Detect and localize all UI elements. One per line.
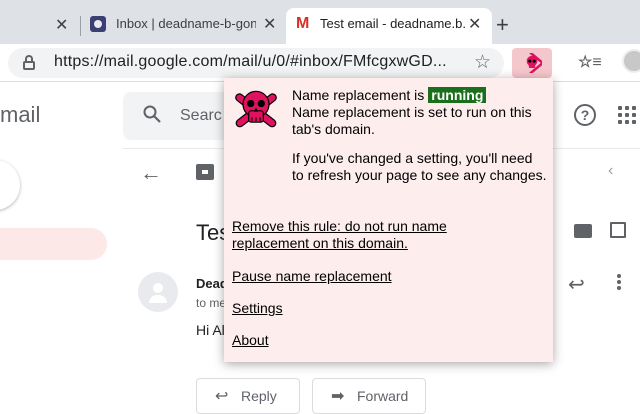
reply-icon: ↩ bbox=[215, 388, 229, 405]
close-icon[interactable]: ✕ bbox=[55, 15, 68, 35]
status-line: Name replacement is running bbox=[292, 87, 487, 103]
email-body: Hi Al bbox=[196, 322, 225, 338]
settings-link[interactable]: Settings bbox=[232, 300, 283, 317]
chevron-left-icon[interactable]: ‹ bbox=[608, 162, 613, 180]
tab-title: Test email - deadname.b.g bbox=[320, 16, 465, 31]
tab-inbox[interactable]: Inbox | deadname-b-gon- ✕ bbox=[80, 8, 288, 44]
extension-popup: Name replacement is running Name replacem… bbox=[224, 78, 553, 362]
reading-list-icon[interactable]: ☆≡ bbox=[578, 52, 602, 72]
star-icon[interactable]: ☆ bbox=[474, 51, 491, 74]
apps-grid-icon[interactable] bbox=[618, 106, 638, 126]
reply-icon[interactable]: ↩ bbox=[568, 272, 585, 297]
print-icon[interactable] bbox=[574, 224, 592, 238]
search-placeholder[interactable]: Searc bbox=[180, 107, 222, 125]
archive-icon[interactable] bbox=[196, 164, 214, 180]
pause-link[interactable]: Pause name replacement bbox=[232, 268, 392, 285]
sidebar-item-inbox[interactable] bbox=[0, 228, 107, 260]
lock-icon[interactable] bbox=[23, 55, 35, 70]
gmail-favicon: M bbox=[296, 15, 310, 32]
forward-icon: ➡ bbox=[331, 388, 345, 405]
refresh-note: If you've changed a setting, you'll need… bbox=[292, 150, 547, 183]
url-text[interactable]: https://mail.google.com/mail/u/0/#inbox/… bbox=[54, 53, 466, 71]
mail-favicon bbox=[90, 16, 106, 32]
tab-previous[interactable]: ✕ bbox=[0, 8, 80, 44]
sender-avatar bbox=[138, 272, 178, 312]
status-badge: running bbox=[428, 87, 487, 103]
skull-crossbones-icon bbox=[235, 90, 277, 128]
skull-crossbones-icon bbox=[526, 53, 542, 73]
extension-button[interactable] bbox=[512, 48, 552, 78]
search-icon[interactable] bbox=[143, 105, 161, 123]
new-tab-button[interactable]: + bbox=[496, 12, 509, 38]
recipient-label[interactable]: to me bbox=[196, 296, 226, 310]
reply-label: Reply bbox=[241, 388, 277, 404]
compose-button[interactable] bbox=[0, 160, 20, 210]
forward-label: Forward bbox=[357, 388, 409, 404]
remove-rule-link[interactable]: Remove this rule: do not run name replac… bbox=[232, 218, 472, 252]
open-in-new-window-icon[interactable] bbox=[610, 222, 626, 238]
profile-avatar[interactable] bbox=[622, 49, 640, 73]
help-icon[interactable]: ? bbox=[574, 104, 596, 126]
gmail-logo-text[interactable]: mail bbox=[0, 102, 40, 128]
address-bar[interactable]: https://mail.google.com/mail/u/0/#inbox/… bbox=[8, 48, 504, 78]
close-icon[interactable]: ✕ bbox=[263, 14, 276, 34]
close-icon[interactable]: ✕ bbox=[468, 14, 481, 34]
status-prefix: Name replacement is bbox=[292, 87, 425, 103]
more-vert-icon[interactable] bbox=[617, 274, 621, 290]
forward-button[interactable]: ➡ Forward bbox=[312, 378, 426, 414]
tab-test-email[interactable]: M Test email - deadname.b.g ✕ bbox=[286, 8, 492, 44]
domain-note: Name replacement is set to run on this t… bbox=[292, 104, 532, 137]
about-link[interactable]: About bbox=[232, 332, 269, 349]
reply-button[interactable]: ↩ Reply bbox=[196, 378, 300, 414]
tab-title: Inbox | deadname-b-gon- bbox=[116, 16, 256, 31]
back-arrow-icon[interactable]: ← bbox=[140, 160, 162, 186]
